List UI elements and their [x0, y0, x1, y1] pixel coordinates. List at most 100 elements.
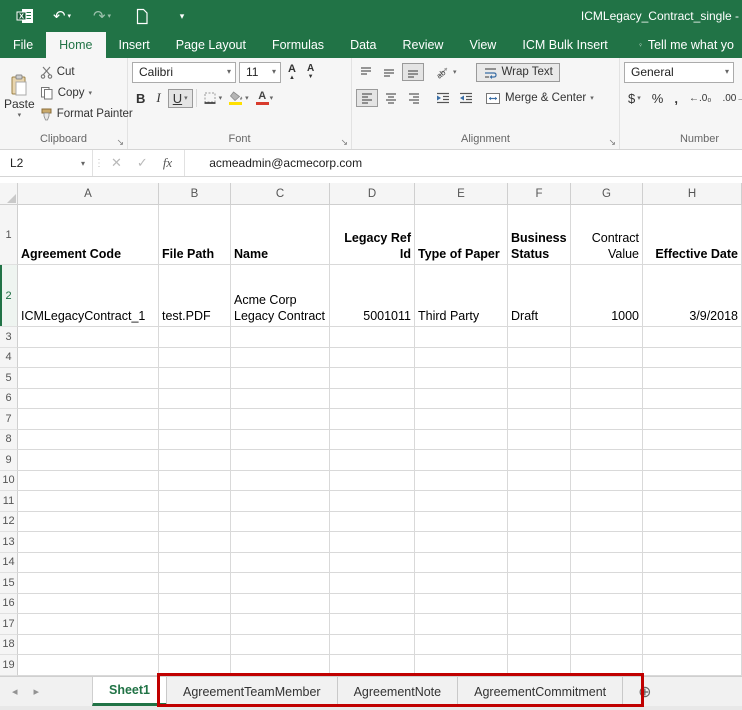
cell-F18[interactable]	[508, 635, 571, 656]
cell-D3[interactable]	[330, 327, 415, 348]
cell-B11[interactable]	[159, 491, 231, 512]
column-header-F[interactable]: F	[508, 183, 571, 205]
comma-button[interactable]: ,	[670, 90, 682, 107]
cell-F19[interactable]	[508, 655, 571, 676]
column-header-G[interactable]: G	[571, 183, 643, 205]
decrease-decimal-button[interactable]: .00→	[718, 92, 742, 105]
cell-E12[interactable]	[415, 512, 508, 533]
cell-E17[interactable]	[415, 614, 508, 635]
cell-H17[interactable]	[643, 614, 742, 635]
cell-C18[interactable]	[231, 635, 330, 656]
cell-E15[interactable]	[415, 573, 508, 594]
cell-B14[interactable]	[159, 553, 231, 574]
cell-B3[interactable]	[159, 327, 231, 348]
formula-input[interactable]: acmeadmin@acmecorp.com	[185, 150, 742, 176]
cell-H19[interactable]	[643, 655, 742, 676]
cell-F7[interactable]	[508, 409, 571, 430]
cell-A1[interactable]: Agreement Code	[18, 205, 159, 265]
cell-A9[interactable]	[18, 450, 159, 471]
cell-E13[interactable]	[415, 532, 508, 553]
cell-D14[interactable]	[330, 553, 415, 574]
cell-A2[interactable]: ICMLegacyContract_1	[18, 265, 159, 327]
cell-D4[interactable]	[330, 348, 415, 369]
merge-center-button[interactable]: Merge & Center ▾	[481, 91, 598, 106]
sheet-tab-agreementcommitment[interactable]: AgreementCommitment	[458, 677, 623, 706]
cell-D7[interactable]	[330, 409, 415, 430]
cell-F11[interactable]	[508, 491, 571, 512]
cell-B4[interactable]	[159, 348, 231, 369]
increase-indent-button[interactable]	[456, 90, 476, 106]
column-header-H[interactable]: H	[643, 183, 742, 205]
alignment-dialog-launcher-icon[interactable]: ↘	[608, 138, 616, 147]
cell-F1[interactable]: Business Status	[508, 205, 571, 265]
row-header-9[interactable]: 9	[0, 450, 18, 471]
cell-D18[interactable]	[330, 635, 415, 656]
cell-G12[interactable]	[571, 512, 643, 533]
cell-H13[interactable]	[643, 532, 742, 553]
font-size-select[interactable]: 11 ▾	[239, 62, 281, 83]
cell-D6[interactable]	[330, 389, 415, 410]
cell-B1[interactable]: File Path	[159, 205, 231, 265]
cell-F3[interactable]	[508, 327, 571, 348]
cell-G9[interactable]	[571, 450, 643, 471]
align-middle-button[interactable]	[379, 64, 399, 80]
row-header-1[interactable]: 1	[0, 205, 18, 265]
cell-C9[interactable]	[231, 450, 330, 471]
cell-D12[interactable]	[330, 512, 415, 533]
cell-C15[interactable]	[231, 573, 330, 594]
cell-A13[interactable]	[18, 532, 159, 553]
cell-E4[interactable]	[415, 348, 508, 369]
cell-H15[interactable]	[643, 573, 742, 594]
cell-C16[interactable]	[231, 594, 330, 615]
cell-G11[interactable]	[571, 491, 643, 512]
cell-H8[interactable]	[643, 430, 742, 451]
cell-D19[interactable]	[330, 655, 415, 676]
cell-F14[interactable]	[508, 553, 571, 574]
cell-G4[interactable]	[571, 348, 643, 369]
cell-E18[interactable]	[415, 635, 508, 656]
cell-D8[interactable]	[330, 430, 415, 451]
tab-data[interactable]: Data	[337, 32, 389, 58]
cell-E9[interactable]	[415, 450, 508, 471]
cell-F2[interactable]: Draft	[508, 265, 571, 327]
column-header-B[interactable]: B	[159, 183, 231, 205]
qat-customize-button[interactable]: ▾	[162, 0, 202, 32]
underline-button[interactable]: U ▾	[168, 89, 193, 108]
row-header-10[interactable]: 10	[0, 471, 18, 492]
tab-review[interactable]: Review	[389, 32, 456, 58]
cell-H18[interactable]	[643, 635, 742, 656]
row-header-16[interactable]: 16	[0, 594, 18, 615]
cell-E3[interactable]	[415, 327, 508, 348]
sheet-nav-right-icon[interactable]: ▸	[34, 685, 40, 698]
cell-A5[interactable]	[18, 368, 159, 389]
row-header-19[interactable]: 19	[0, 655, 18, 676]
copy-button[interactable]: Copy ▾	[38, 84, 135, 102]
cell-A6[interactable]	[18, 389, 159, 410]
align-center-button[interactable]	[381, 90, 401, 106]
cell-B7[interactable]	[159, 409, 231, 430]
cell-H1[interactable]: Effective Date	[643, 205, 742, 265]
row-header-17[interactable]: 17	[0, 614, 18, 635]
cell-D9[interactable]	[330, 450, 415, 471]
cell-B17[interactable]	[159, 614, 231, 635]
row-header-14[interactable]: 14	[0, 553, 18, 574]
redo-button[interactable]: ↷▾	[82, 0, 122, 32]
align-left-button[interactable]	[356, 89, 378, 107]
enter-icon[interactable]: ✓	[137, 155, 148, 171]
cell-G5[interactable]	[571, 368, 643, 389]
new-file-button[interactable]	[122, 0, 162, 32]
cell-A17[interactable]	[18, 614, 159, 635]
tab-view[interactable]: View	[456, 32, 509, 58]
cell-F13[interactable]	[508, 532, 571, 553]
cell-E19[interactable]	[415, 655, 508, 676]
grow-font-button[interactable]: A▲	[284, 63, 300, 82]
tab-formulas[interactable]: Formulas	[259, 32, 337, 58]
italic-button[interactable]: I	[152, 89, 164, 107]
cell-C11[interactable]	[231, 491, 330, 512]
align-top-button[interactable]	[356, 64, 376, 80]
borders-button[interactable]: ▾	[200, 90, 225, 107]
undo-button[interactable]: ↶▾	[42, 0, 82, 32]
row-header-5[interactable]: 5	[0, 368, 18, 389]
row-header-11[interactable]: 11	[0, 491, 18, 512]
font-dialog-launcher-icon[interactable]: ↘	[340, 138, 348, 147]
